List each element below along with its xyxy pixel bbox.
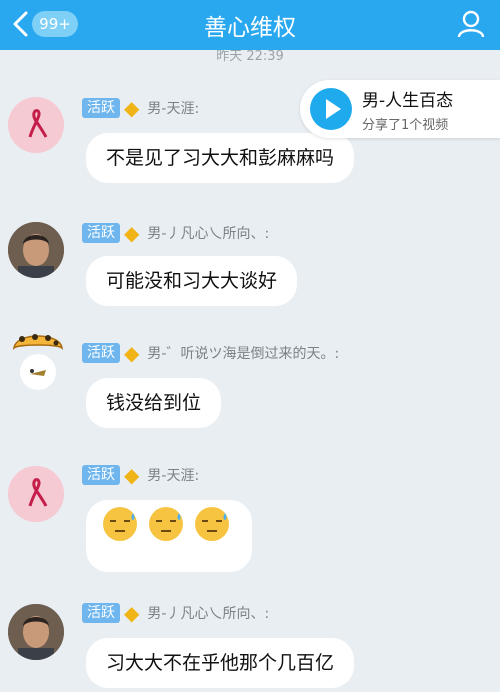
group-profile-icon[interactable]: [456, 10, 486, 38]
level-tag: 活跃: [82, 223, 120, 243]
level-tag: 活跃: [82, 98, 120, 118]
avatar-pink-ribbon[interactable]: [8, 97, 64, 153]
avatar-man-photo[interactable]: [8, 222, 64, 278]
sweat-emoji-icon: [146, 501, 186, 573]
level-tag: 活跃: [82, 465, 120, 485]
avatar-man-photo[interactable]: [8, 604, 64, 660]
banner-subtitle: 分享了1个视频: [362, 118, 449, 133]
message-timestamp: 昨天 22:39: [216, 50, 284, 64]
message-bubble[interactable]: 钱没给到位: [86, 378, 222, 428]
sender-nickname: 男-゛听说ツ海是倒过来的天。:: [147, 346, 340, 362]
banner-title: 男-人生百态: [362, 91, 454, 111]
message-bubble[interactable]: [86, 500, 252, 572]
sender-nickname: 男-丿凡心乀所向、:: [147, 226, 270, 242]
page-title: 善心维权: [204, 15, 296, 41]
shared-video-banner[interactable]: 男-人生百态 分享了1个视频: [300, 80, 500, 138]
sweat-emoji-icon: [100, 501, 140, 573]
sender-nickname: 男-天涯:: [147, 468, 200, 484]
avatar-cartoon-leopard[interactable]: [8, 328, 68, 398]
star-icon: ◆: [124, 96, 140, 120]
star-icon: ◆: [124, 341, 140, 365]
play-icon: [310, 88, 352, 130]
star-icon: ◆: [124, 463, 140, 487]
message-bubble[interactable]: 不是见了习大大和彭麻麻吗: [86, 133, 355, 183]
star-icon: ◆: [124, 221, 140, 245]
sender-nickname: 男-丿凡心乀所向、:: [147, 606, 270, 622]
star-icon: ◆: [124, 601, 140, 625]
level-tag: 活跃: [82, 603, 120, 623]
sweat-emoji-icon: [192, 501, 232, 573]
avatar-pink-ribbon[interactable]: [8, 466, 64, 522]
sender-nickname: 男-天涯:: [147, 101, 200, 117]
title-bar: 99+ 善心维权: [0, 0, 500, 50]
message-bubble[interactable]: 习大大不在乎他那个几百亿: [86, 638, 355, 688]
level-tag: 活跃: [82, 343, 120, 363]
message-bubble[interactable]: 可能没和习大大谈好: [86, 256, 298, 306]
